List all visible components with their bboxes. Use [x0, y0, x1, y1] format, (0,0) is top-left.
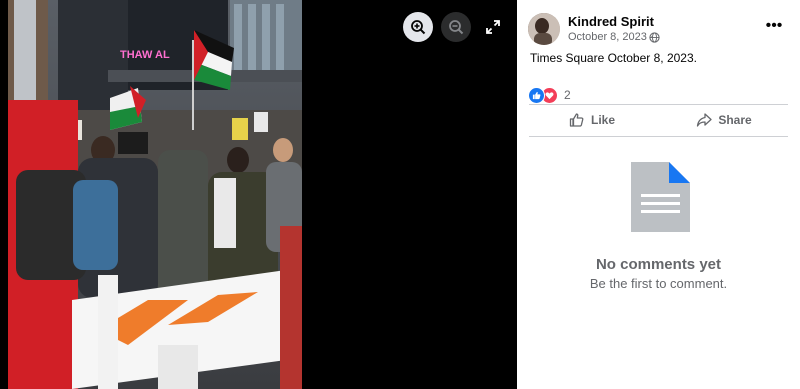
fullscreen-button[interactable]	[478, 12, 508, 42]
neon-sign: THAW AL	[120, 49, 170, 61]
share-button[interactable]: Share	[660, 108, 788, 132]
author-name[interactable]: Kindred Spirit	[568, 14, 654, 29]
globe-icon	[649, 32, 660, 43]
document-icon	[631, 162, 690, 232]
avatar-image	[528, 13, 560, 45]
zoom-out-button[interactable]	[441, 12, 471, 42]
post-photo[interactable]: THAW AL	[8, 0, 302, 389]
thumbs-up-icon	[569, 113, 584, 127]
avatar[interactable]	[528, 13, 560, 45]
like-reaction-icon	[528, 86, 545, 104]
share-arrow-icon	[697, 113, 712, 127]
like-button[interactable]: Like	[528, 108, 656, 132]
post-date[interactable]: October 8, 2023 ·	[568, 31, 654, 43]
divider	[529, 104, 788, 105]
reactions-summary[interactable]: 2	[528, 86, 571, 104]
no-comments-subtitle: Be the first to comment.	[589, 276, 728, 291]
more-options-button[interactable]: •••	[760, 14, 788, 38]
share-button-label: Share	[718, 113, 752, 127]
post-caption: Times Square October 8, 2023.	[530, 51, 697, 65]
fullscreen-icon	[486, 20, 500, 34]
zoom-in-button[interactable]	[403, 12, 433, 42]
like-button-label: Like	[590, 113, 615, 127]
no-comments-title: No comments yet	[595, 256, 722, 273]
divider	[529, 136, 788, 137]
post-details-panel: Kindred Spirit October 8, 2023 · ••• Tim…	[517, 0, 800, 389]
photo-viewer: THAW AL	[0, 0, 517, 389]
reaction-count: 2	[564, 88, 571, 102]
protest-scene: THAW AL	[8, 0, 302, 389]
zoom-in-icon	[411, 20, 426, 35]
zoom-out-icon	[449, 20, 464, 35]
